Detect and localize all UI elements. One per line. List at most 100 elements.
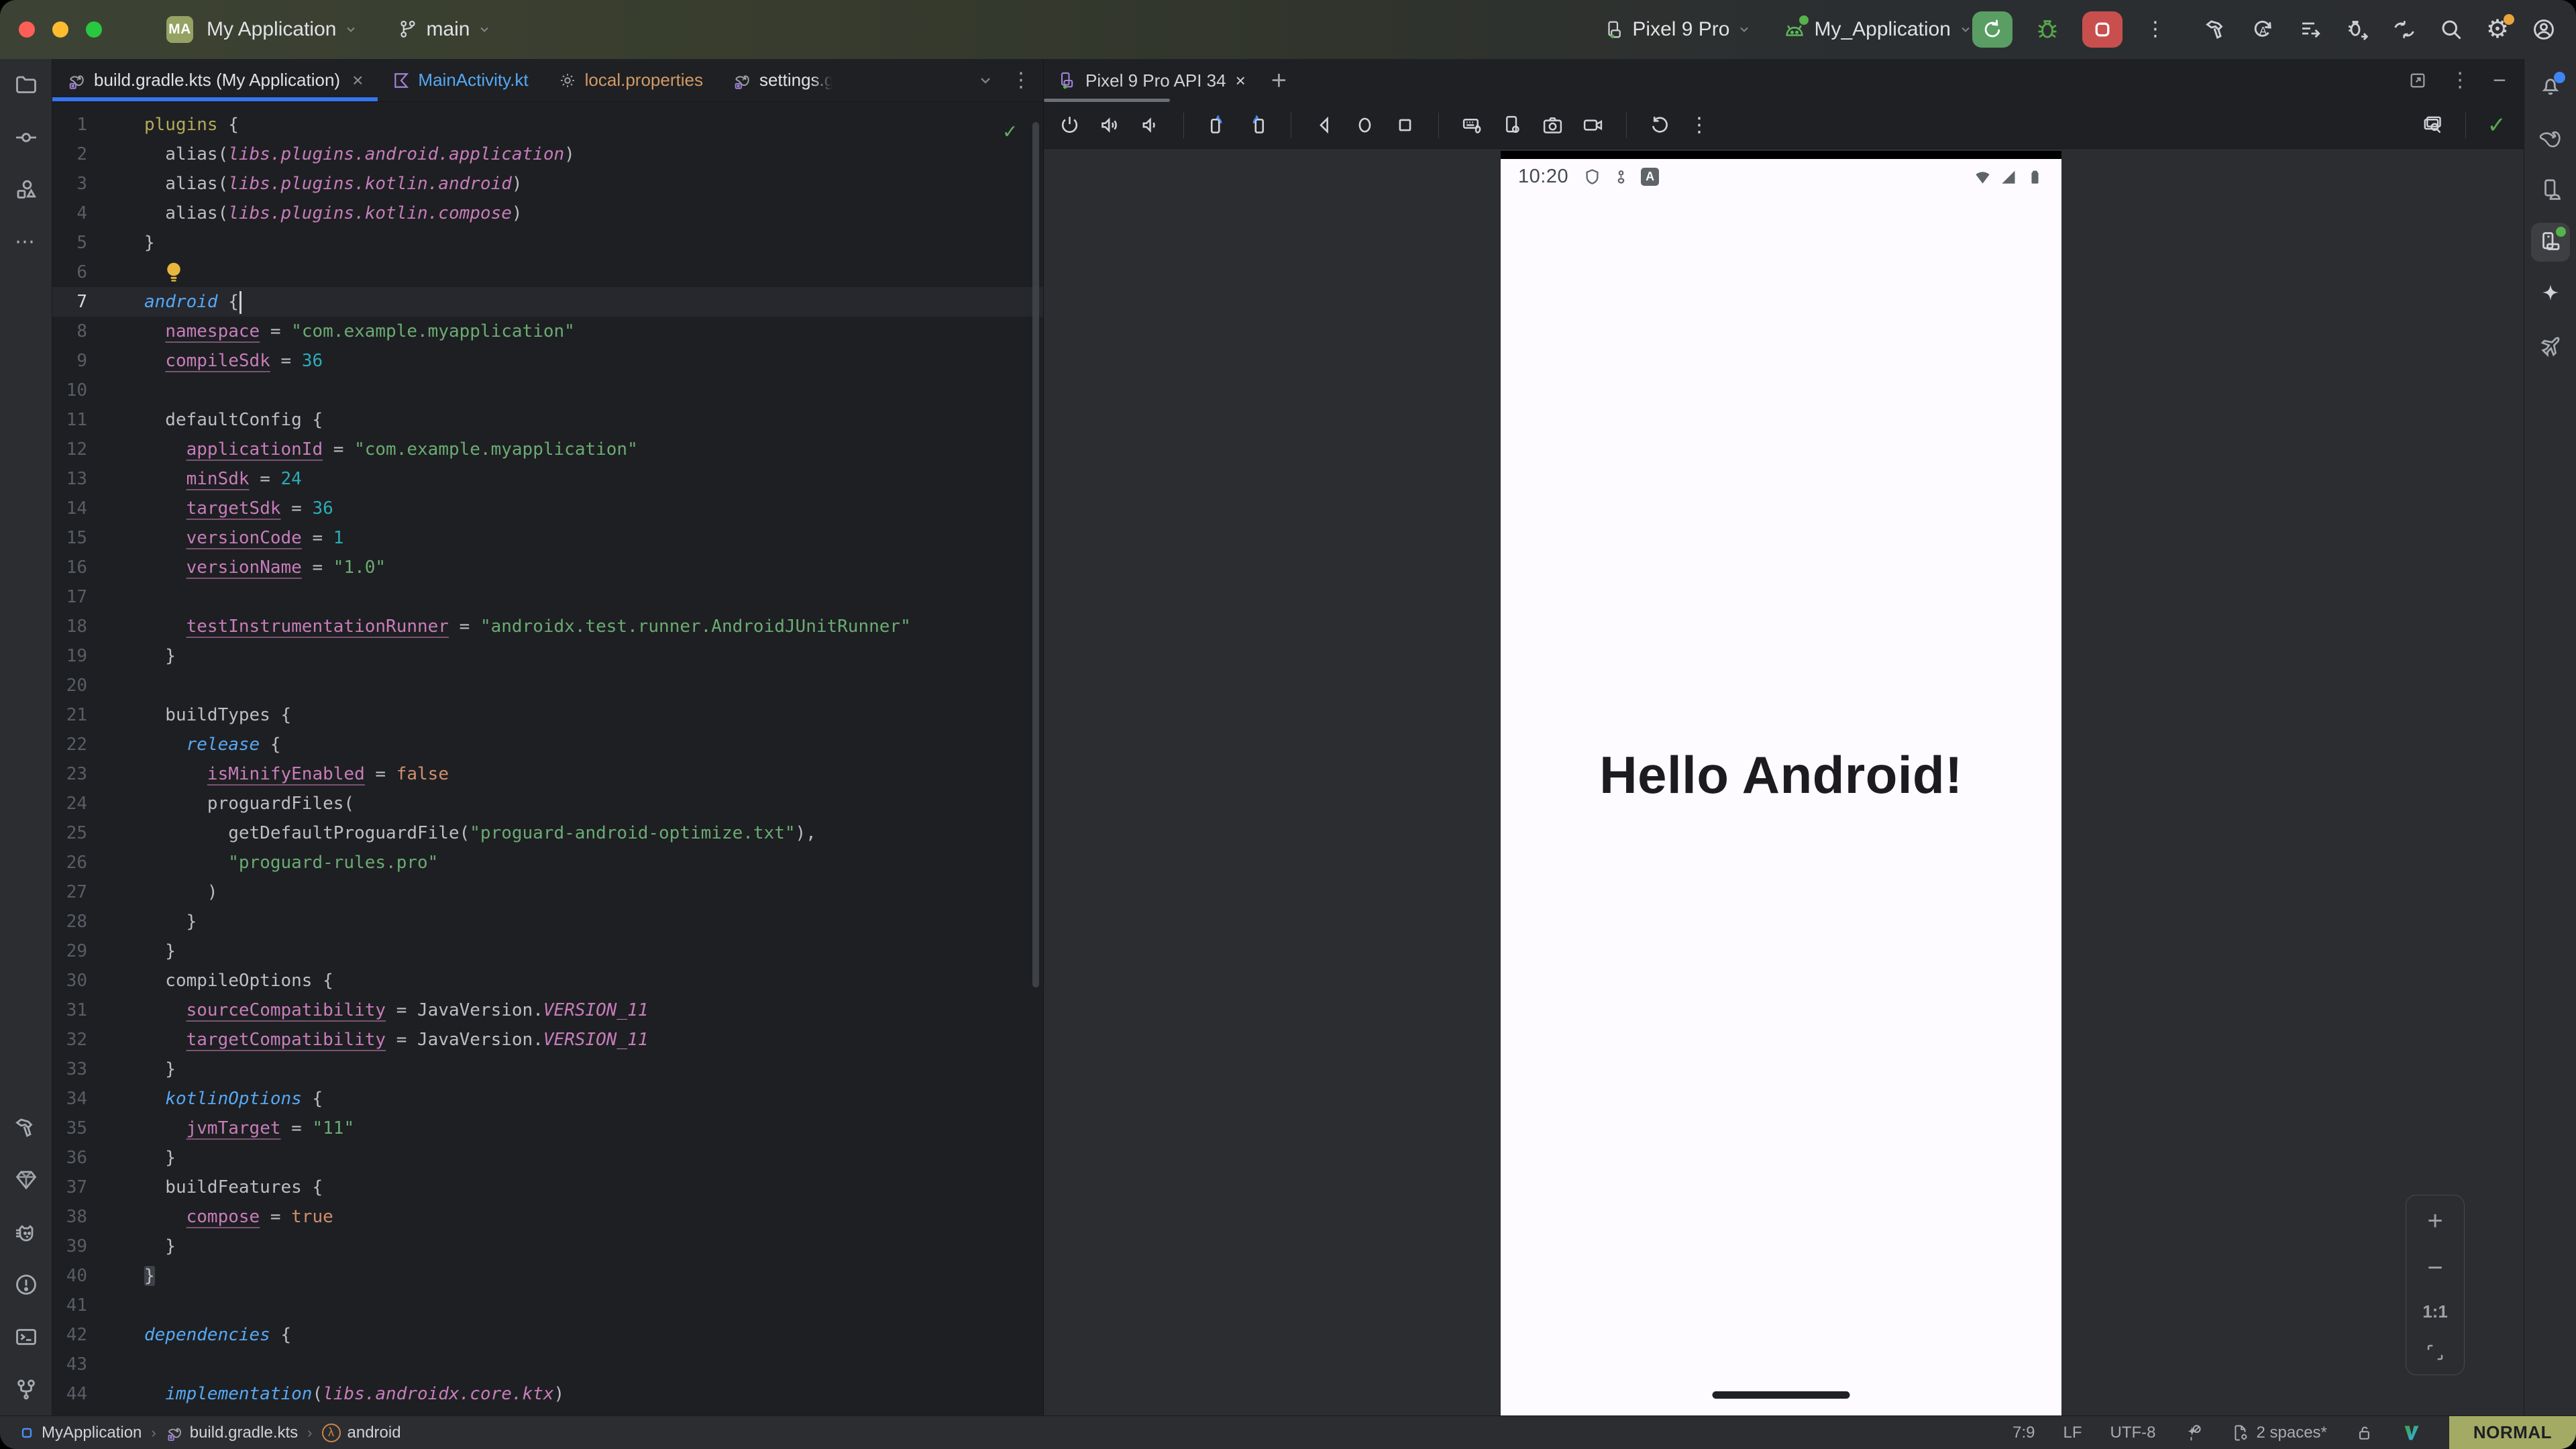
code-line[interactable]: 3 alias(libs.plugins.kotlin.android): [52, 169, 1043, 199]
power-button-icon[interactable]: [1059, 114, 1081, 136]
tab-local-properties[interactable]: local.properties: [543, 59, 718, 101]
tool-problems[interactable]: [14, 1258, 38, 1311]
rotate-right-icon[interactable]: [1246, 114, 1269, 136]
code-line[interactable]: 18 testInstrumentationRunner = "androidx…: [52, 612, 1043, 641]
apply-code-changes-icon[interactable]: [2298, 17, 2322, 42]
ai-assist-disabled-icon[interactable]: [2184, 1424, 2203, 1442]
hidden-tabs-chevron-icon[interactable]: [977, 72, 994, 89]
rotate-left-icon[interactable]: [1206, 114, 1228, 136]
tool-more[interactable]: ⋯: [15, 216, 37, 268]
code-line[interactable]: 33 }: [52, 1055, 1043, 1084]
hide-panel-icon[interactable]: −: [2493, 68, 2506, 94]
code-line[interactable]: 40}: [52, 1261, 1043, 1291]
close-window-button[interactable]: [19, 21, 35, 38]
encoding-widget[interactable]: UTF-8: [2110, 1424, 2156, 1442]
code-line[interactable]: 29 }: [52, 936, 1043, 966]
actual-size-button[interactable]: 1:1: [2422, 1301, 2448, 1322]
add-device-tab-icon[interactable]: +: [1271, 66, 1287, 96]
minimize-window-button[interactable]: [52, 21, 68, 38]
vim-plugin-icon[interactable]: [2402, 1424, 2421, 1442]
code-line[interactable]: 38 compose = true: [52, 1202, 1043, 1232]
editor-scrollbar[interactable]: [1032, 122, 1039, 987]
device-settings-icon[interactable]: [1501, 114, 1523, 136]
apply-changes-icon[interactable]: A: [2251, 17, 2275, 42]
tool-firebase-test-lab[interactable]: [2538, 321, 2563, 373]
inspections-passed-icon[interactable]: ✓: [1004, 118, 1016, 144]
screen-record-icon[interactable]: [1582, 114, 1604, 136]
zoom-window-button[interactable]: [86, 21, 102, 38]
code-line[interactable]: 13 minSdk = 24: [52, 464, 1043, 494]
code-line[interactable]: 30 compileOptions {: [52, 966, 1043, 996]
code-line[interactable]: 19 }: [52, 641, 1043, 671]
code-line[interactable]: 16 versionName = "1.0": [52, 553, 1043, 582]
emulator-screen[interactable]: 10:20 A Hello Android!: [1501, 151, 2061, 1415]
more-run-options-icon[interactable]: ⋮: [2145, 19, 2165, 40]
breadcrumb-file[interactable]: build.gradle.kts: [166, 1424, 298, 1442]
profile-account-icon[interactable]: [2532, 17, 2556, 42]
code-line[interactable]: 22 release {: [52, 730, 1043, 759]
device-selector[interactable]: Pixel 9 Pro: [1604, 18, 1751, 41]
code-line[interactable]: 12 applicationId = "com.example.myapplic…: [52, 435, 1043, 464]
rerun-button[interactable]: [1972, 11, 2012, 48]
zoom-in-button[interactable]: +: [2427, 1208, 2443, 1234]
code-line[interactable]: 9 compileSdk = 36: [52, 346, 1043, 376]
debug-button[interactable]: [2035, 17, 2059, 42]
android-home-icon[interactable]: [1354, 114, 1376, 136]
code-line[interactable]: 26 "proguard-rules.pro": [52, 848, 1043, 877]
code-line[interactable]: 1plugins {: [52, 110, 1043, 140]
tool-version-control[interactable]: [14, 1363, 38, 1415]
stop-button[interactable]: [2082, 11, 2123, 48]
vcs-branch-selector[interactable]: main: [398, 18, 491, 41]
build-hammer-icon[interactable]: [2204, 17, 2229, 42]
code-line[interactable]: 20: [52, 671, 1043, 700]
code-line[interactable]: 23 isMinifyEnabled = false: [52, 759, 1043, 789]
attach-debugger-icon[interactable]: [2345, 17, 2369, 42]
android-back-icon[interactable]: [1313, 114, 1336, 136]
code-line[interactable]: 24 proguardFiles(: [52, 789, 1043, 818]
tab-mainactivity[interactable]: MainActivity.kt: [378, 59, 543, 101]
code-line[interactable]: 44 implementation(libs.androidx.core.ktx…: [52, 1379, 1043, 1409]
tool-project[interactable]: [14, 59, 38, 111]
gradle-sync-icon[interactable]: [2392, 17, 2416, 42]
panel-options-icon[interactable]: ⋮: [2450, 70, 2470, 91]
caret-position-widget[interactable]: 7:9: [2012, 1424, 2035, 1442]
code-editor[interactable]: 1plugins {2 alias(libs.plugins.android.a…: [52, 102, 1043, 1415]
tab-settings-gradle[interactable]: settings.g: [718, 59, 849, 101]
tool-device-manager[interactable]: [2538, 164, 2563, 216]
breadcrumb-module[interactable]: MyApplication: [19, 1424, 142, 1442]
code-line[interactable]: 27 ): [52, 877, 1043, 907]
code-line[interactable]: 42dependencies {: [52, 1320, 1043, 1350]
tool-commit[interactable]: [14, 111, 38, 164]
vim-mode-badge[interactable]: NORMAL: [2449, 1416, 2576, 1449]
tool-gemini-assistant[interactable]: [2538, 268, 2563, 321]
tool-gradle[interactable]: [2538, 111, 2563, 164]
code-line[interactable]: 37 buildFeatures {: [52, 1173, 1043, 1202]
code-line[interactable]: 15 versionCode = 1: [52, 523, 1043, 553]
code-line[interactable]: 8 namespace = "com.example.myapplication…: [52, 317, 1043, 346]
close-icon[interactable]: ×: [1236, 70, 1246, 91]
intention-lightbulb-icon[interactable]: [164, 260, 184, 284]
tool-notifications[interactable]: [2538, 59, 2563, 111]
zoom-out-button[interactable]: −: [2427, 1254, 2443, 1281]
tool-resource-manager[interactable]: [14, 164, 38, 216]
close-icon[interactable]: ×: [352, 70, 363, 91]
tab-build-gradle[interactable]: build.gradle.kts (My Application) ×: [52, 59, 378, 101]
code-line[interactable]: 32 targetCompatibility = JavaVersion.VER…: [52, 1025, 1043, 1055]
project-selector[interactable]: My Application: [207, 18, 358, 41]
fit-to-window-icon[interactable]: [2425, 1342, 2445, 1362]
code-line[interactable]: 28 }: [52, 907, 1043, 936]
tool-running-devices[interactable]: [2531, 216, 2570, 268]
hardware-input-icon[interactable]: [1461, 114, 1483, 136]
code-line[interactable]: 10: [52, 376, 1043, 405]
code-line[interactable]: 35 jvmTarget = "11": [52, 1114, 1043, 1143]
open-in-window-icon[interactable]: [2408, 71, 2427, 90]
indent-widget[interactable]: 2 spaces*: [2231, 1424, 2327, 1442]
code-line[interactable]: 43: [52, 1350, 1043, 1379]
code-line[interactable]: 41: [52, 1291, 1043, 1320]
settings-icon[interactable]: ⚙: [2486, 17, 2509, 42]
unlocked-icon[interactable]: [2355, 1424, 2374, 1442]
device-tab[interactable]: Pixel 9 Pro API 34 ×: [1044, 59, 1259, 102]
breadcrumb-block[interactable]: λ android: [322, 1424, 401, 1442]
code-line[interactable]: 7android {: [52, 287, 1043, 317]
code-line[interactable]: 5}: [52, 228, 1043, 258]
